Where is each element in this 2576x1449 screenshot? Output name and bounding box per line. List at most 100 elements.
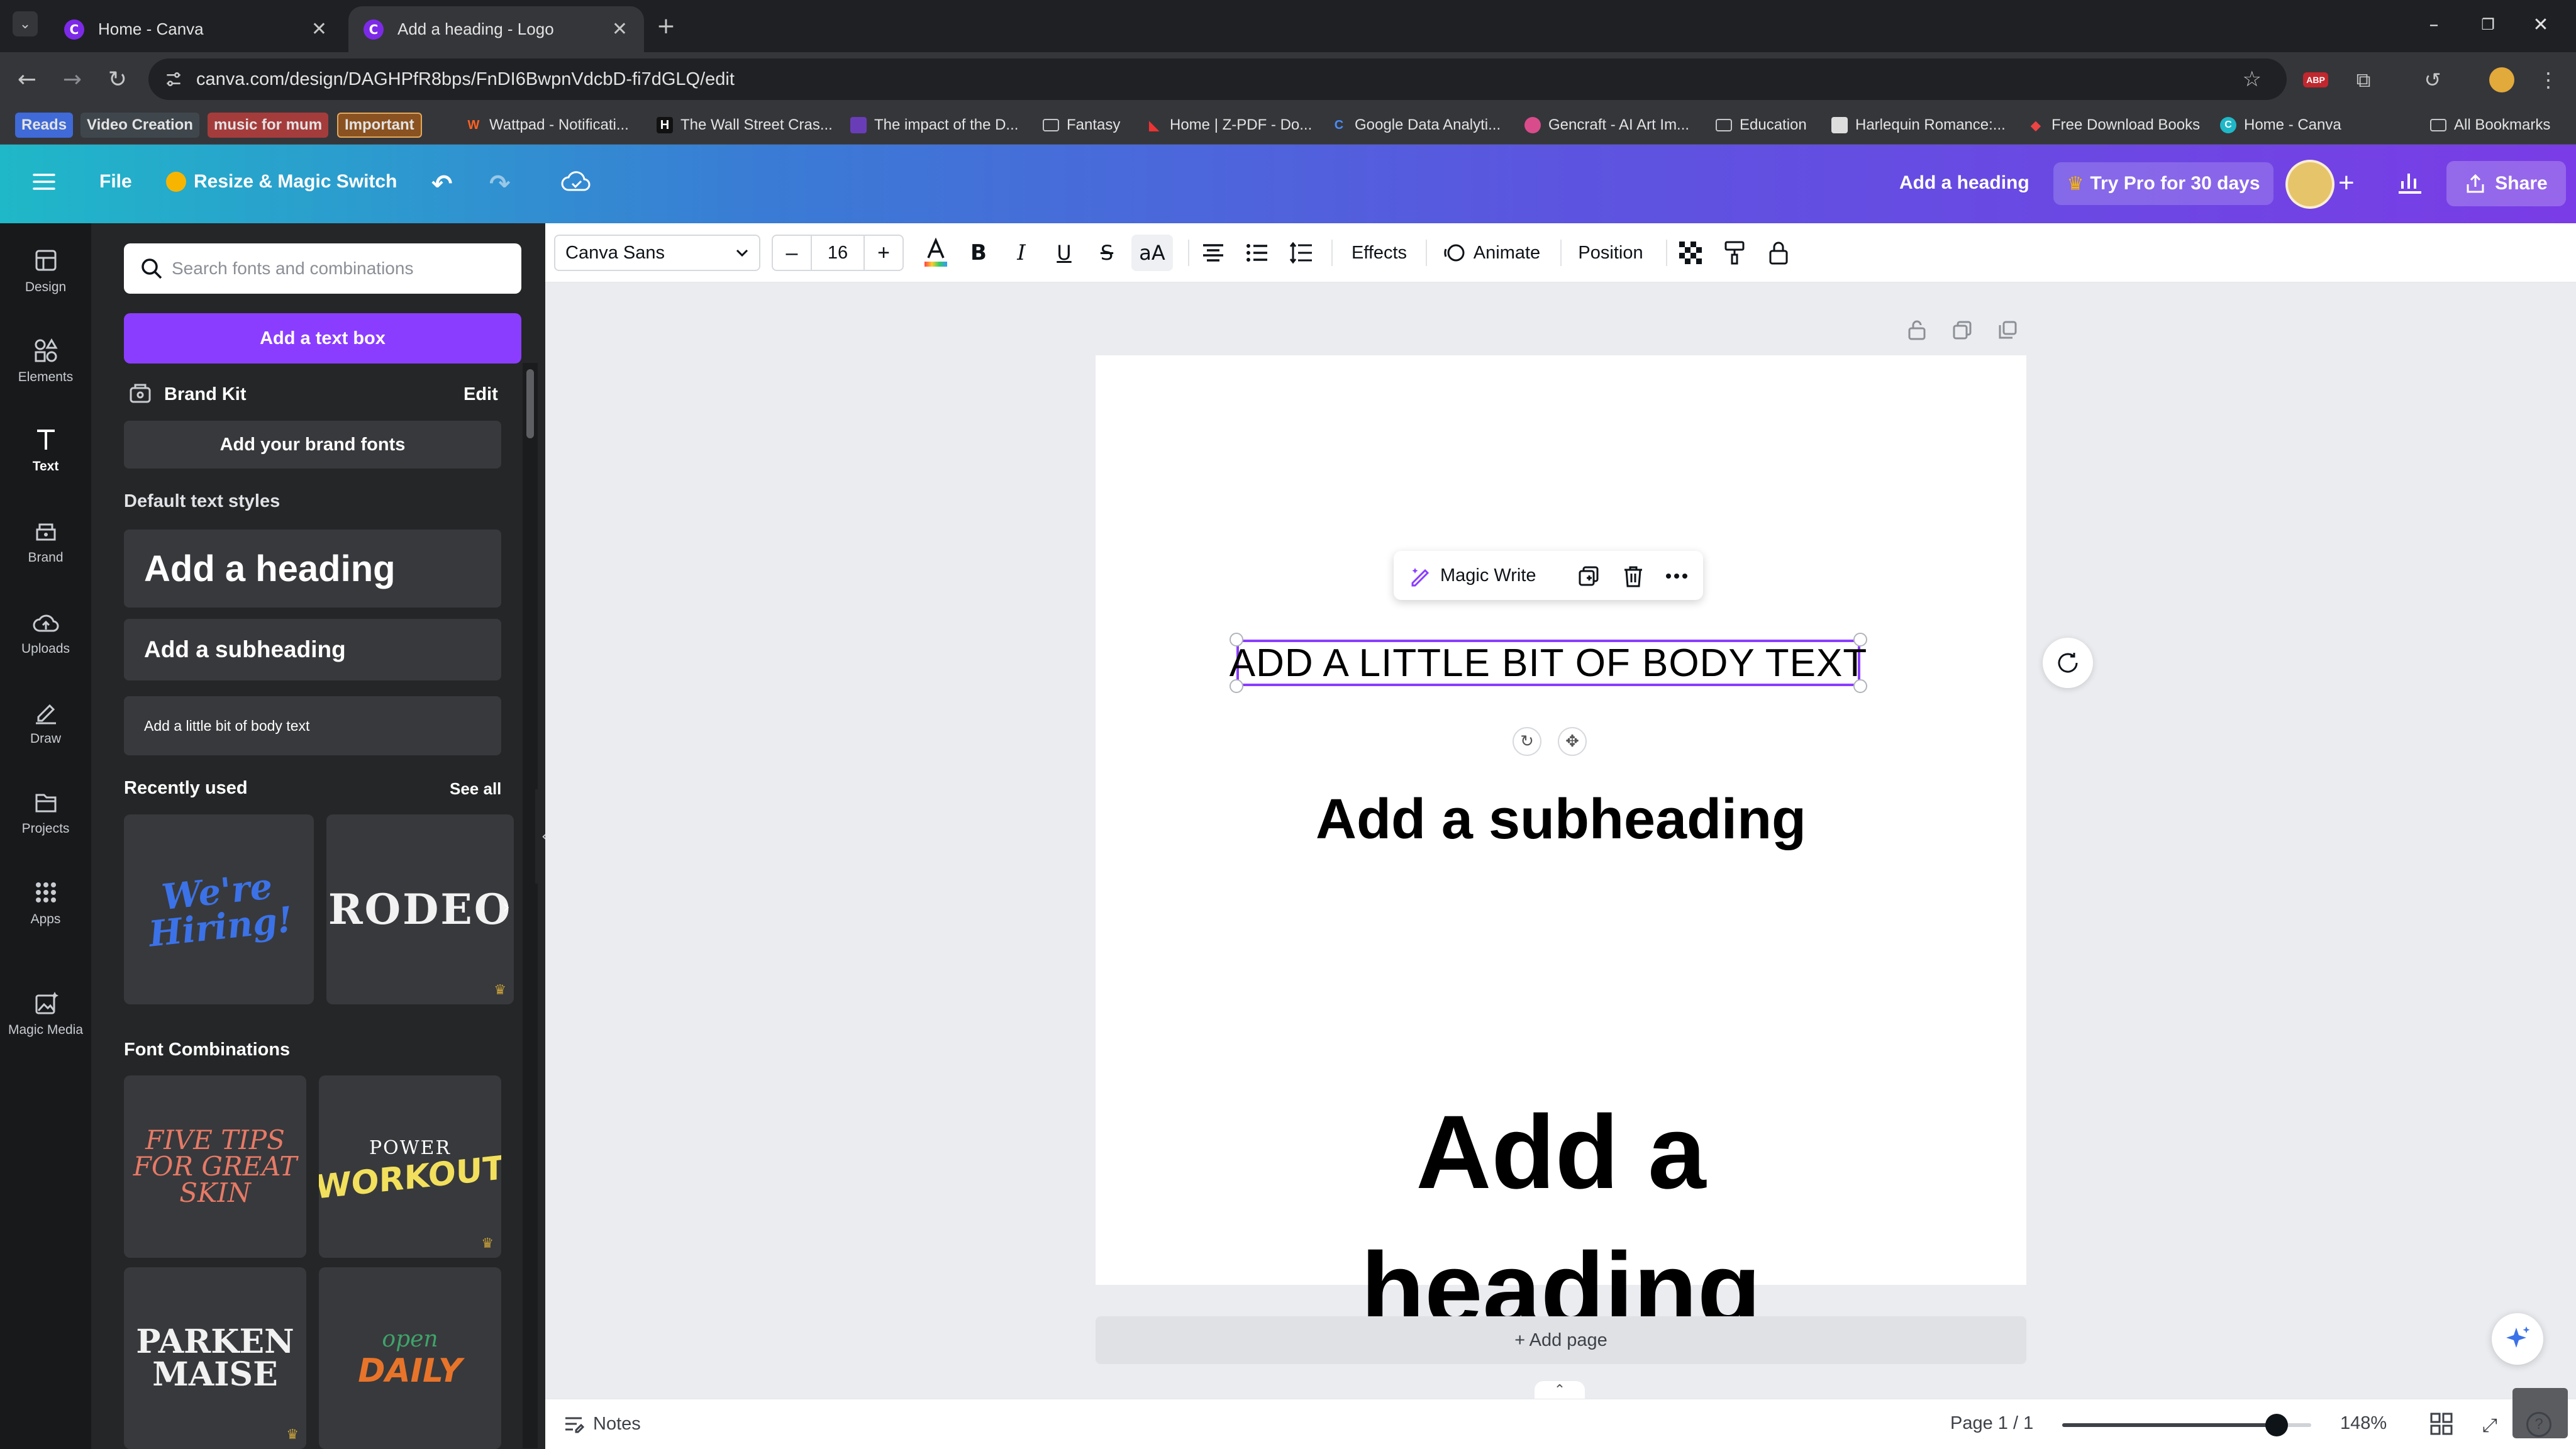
- tab-search-button[interactable]: ⌄: [13, 11, 38, 36]
- font-search-input[interactable]: Search fonts and combinations: [124, 243, 521, 294]
- lock-icon[interactable]: [1763, 235, 1794, 271]
- move-handle-icon[interactable]: ✥: [1558, 727, 1587, 756]
- tab-home-canva[interactable]: C Home - Canva ✕: [49, 6, 343, 52]
- minimize-icon[interactable]: –: [2409, 9, 2459, 40]
- rail-brand[interactable]: Brand: [0, 503, 91, 579]
- site-info-icon[interactable]: [164, 69, 184, 89]
- bookmark-wall-street[interactable]: H The Wall Street Cras...: [657, 113, 833, 138]
- user-avatar[interactable]: [2285, 160, 2334, 209]
- bookmark-education[interactable]: Education: [1716, 113, 1807, 138]
- restore-icon[interactable]: ❐: [2463, 9, 2513, 40]
- forward-icon[interactable]: →: [58, 65, 87, 94]
- panel-scroll-thumb[interactable]: [526, 369, 534, 438]
- rotate-handle-icon[interactable]: ↻: [1513, 727, 1541, 756]
- selected-body-text[interactable]: ADD A LITTLE BIT OF BODY TEXT: [1230, 640, 1867, 686]
- resize-handle[interactable]: [1230, 679, 1243, 693]
- more-options-icon[interactable]: [1664, 565, 1689, 587]
- add-brand-fonts-button[interactable]: Add your brand fonts: [124, 421, 501, 469]
- rail-apps[interactable]: Apps: [0, 865, 91, 940]
- font-size-stepper[interactable]: – 16 +: [772, 235, 904, 271]
- share-button[interactable]: Share: [2446, 161, 2566, 206]
- rail-magic-media[interactable]: Magic Media: [0, 975, 91, 1051]
- add-text-box-button[interactable]: Add a text box: [124, 313, 521, 364]
- bookmark-gencraft[interactable]: Gencraft - AI Art Im...: [1524, 113, 1689, 138]
- redo-icon[interactable]: ↷: [489, 170, 511, 199]
- zoom-slider-thumb[interactable]: [2265, 1414, 2288, 1436]
- add-body-text-preset[interactable]: Add a little bit of body text: [124, 696, 501, 755]
- animate-button[interactable]: Animate: [1435, 235, 1549, 271]
- chevron-right-icon[interactable]: ›: [502, 896, 510, 918]
- rail-text[interactable]: Text: [0, 412, 91, 487]
- recent-template-rodeo[interactable]: RODEO › ♛: [326, 814, 514, 1004]
- bookmark-important[interactable]: Important: [337, 113, 422, 138]
- combo-open-daily[interactable]: open DAILY: [319, 1267, 501, 1449]
- effects-button[interactable]: Effects: [1340, 235, 1418, 271]
- bookmark-harlequin[interactable]: Harlequin Romance:...: [1831, 113, 2006, 138]
- resize-handle[interactable]: [1230, 633, 1243, 647]
- bookmark-video-creation[interactable]: Video Creation: [80, 113, 199, 138]
- zoom-level[interactable]: 148%: [2340, 1413, 2387, 1434]
- design-page[interactable]: Add a heading Add a subheading: [1096, 355, 2026, 1348]
- file-menu[interactable]: File: [99, 171, 132, 192]
- bookmark-impact[interactable]: The impact of the D...: [850, 113, 1018, 138]
- combo-five-tips[interactable]: FIVE TIPS FOR GREAT SKIN: [124, 1075, 306, 1258]
- grid-view-icon[interactable]: [2429, 1412, 2453, 1436]
- duplicate-page-icon[interactable]: [1950, 318, 1975, 343]
- rail-projects[interactable]: Projects: [0, 774, 91, 850]
- letter-case-icon[interactable]: aA: [1131, 235, 1173, 271]
- see-all-link[interactable]: See all: [450, 779, 501, 799]
- subheading-text[interactable]: Add a subheading: [1096, 780, 2026, 859]
- underline-icon[interactable]: U: [1048, 235, 1080, 271]
- fullscreen-icon[interactable]: ⤢: [2482, 1414, 2497, 1436]
- hamburger-menu-icon[interactable]: [33, 172, 55, 191]
- adblock-icon[interactable]: ABP: [2302, 66, 2329, 94]
- add-page-button[interactable]: + Add page: [1096, 1316, 2026, 1364]
- profile-avatar[interactable]: [2488, 66, 2516, 94]
- bookmark-google-data[interactable]: C Google Data Analyti...: [1331, 113, 1501, 138]
- line-spacing-icon[interactable]: [1282, 235, 1320, 271]
- add-subheading-preset[interactable]: Add a subheading: [124, 619, 501, 680]
- bookmark-zpdf[interactable]: ◣ Home | Z-PDF - Do...: [1146, 113, 1312, 138]
- bookmark-home-canva[interactable]: C Home - Canva: [2220, 113, 2341, 138]
- position-button[interactable]: Position: [1569, 235, 1652, 271]
- add-page-icon[interactable]: [1995, 318, 2020, 343]
- comment-refresh-button[interactable]: [2043, 638, 2093, 688]
- panel-scrollbar[interactable]: [523, 363, 538, 1448]
- transparency-icon[interactable]: [1675, 235, 1706, 271]
- rail-design[interactable]: Design: [0, 233, 91, 308]
- all-bookmarks[interactable]: All Bookmarks: [2430, 113, 2550, 138]
- try-pro-button[interactable]: ♛ Try Pro for 30 days: [2053, 162, 2273, 205]
- close-tab-icon[interactable]: ✕: [311, 18, 327, 40]
- font-size-value[interactable]: 16: [828, 243, 848, 264]
- brand-kit-edit-link[interactable]: Edit: [464, 384, 498, 405]
- rail-elements[interactable]: Elements: [0, 323, 91, 398]
- magic-assistant-button[interactable]: [2492, 1313, 2543, 1365]
- lock-page-icon[interactable]: [1904, 318, 1929, 343]
- close-tab-icon[interactable]: ✕: [612, 18, 628, 40]
- address-bar[interactable]: canva.com/design/DAGHPfR8bps/FnDI6BwpnVd…: [148, 58, 2287, 100]
- bookmark-star-icon[interactable]: ☆: [2243, 67, 2262, 92]
- bookmark-reads[interactable]: Reads: [15, 113, 74, 138]
- history-icon[interactable]: ↺: [2419, 66, 2446, 94]
- text-align-center-icon[interactable]: [1194, 235, 1232, 271]
- page-indicator[interactable]: Page 1 / 1: [1950, 1413, 2033, 1434]
- bookmark-wattpad[interactable]: W Wattpad - Notificati...: [465, 113, 629, 138]
- design-title[interactable]: Add a heading: [1899, 172, 2029, 194]
- combo-power-workout[interactable]: POWER WORKOUT ♛: [319, 1075, 501, 1258]
- show-pages-chevron-icon[interactable]: ⌃: [1535, 1381, 1585, 1399]
- help-icon[interactable]: ?: [2526, 1412, 2551, 1437]
- rail-draw[interactable]: Draw: [0, 684, 91, 760]
- copy-style-icon[interactable]: [1719, 235, 1750, 271]
- back-icon[interactable]: ←: [13, 65, 42, 94]
- resize-magic-switch-button[interactable]: Resize & Magic Switch: [166, 171, 397, 192]
- font-family-select[interactable]: Canva Sans: [554, 235, 760, 271]
- extensions-icon[interactable]: ⧉: [2350, 66, 2377, 94]
- heading-text[interactable]: Add a: [1096, 1085, 2026, 1221]
- italic-icon[interactable]: I: [1006, 235, 1037, 271]
- rail-uploads[interactable]: Uploads: [0, 594, 91, 670]
- notes-button[interactable]: Notes: [563, 1413, 641, 1435]
- bookmark-fantasy[interactable]: Fantasy: [1043, 113, 1120, 138]
- decrease-font-size-button[interactable]: –: [773, 236, 812, 270]
- duplicate-icon[interactable]: [1577, 565, 1600, 587]
- strikethrough-icon[interactable]: S: [1091, 235, 1123, 271]
